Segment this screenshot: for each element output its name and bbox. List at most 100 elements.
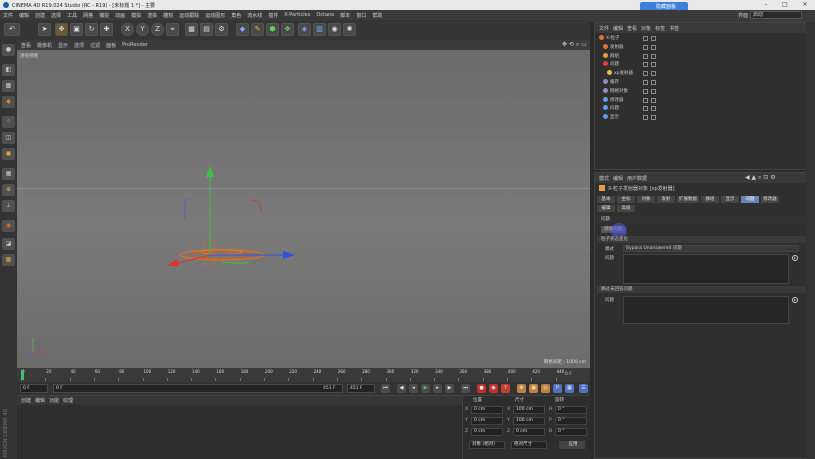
enable-toggle[interactable] bbox=[651, 88, 656, 94]
snap-button[interactable]: ⊕ bbox=[2, 184, 15, 196]
size-field[interactable]: 100 cm bbox=[513, 417, 545, 425]
enable-toggle[interactable] bbox=[651, 44, 656, 50]
menu-item[interactable]: 文件 bbox=[3, 12, 13, 19]
object-menu-item[interactable]: 查看 bbox=[627, 25, 637, 32]
enable-toggle[interactable] bbox=[651, 53, 656, 59]
object-row[interactable]: 问题 bbox=[599, 61, 813, 69]
workplane-button[interactable]: ◆ bbox=[2, 96, 15, 108]
next-key-button[interactable]: ▶ bbox=[445, 384, 454, 393]
model-mode-button[interactable]: ● bbox=[2, 44, 15, 56]
position-field[interactable]: 0 cm bbox=[471, 428, 503, 436]
visibility-toggle[interactable] bbox=[643, 36, 648, 41]
object-row[interactable]: 缓存 bbox=[599, 79, 813, 87]
timeline[interactable]: 0204060801001201401601802002202402602803… bbox=[17, 368, 590, 382]
attribute-tab[interactable]: 基本 bbox=[597, 196, 615, 203]
object-row[interactable]: xp发射器 bbox=[599, 70, 813, 78]
menu-item[interactable]: 渲染 bbox=[147, 12, 157, 19]
timeline-ruler[interactable]: 0204060801001201401601802002202402602803… bbox=[21, 369, 576, 381]
object-row[interactable]: X-粒子 bbox=[599, 35, 813, 43]
layout-select[interactable]: 启动 bbox=[750, 11, 802, 19]
size-field[interactable]: 0 cm bbox=[513, 428, 545, 436]
viewport-menu-item[interactable]: 选项 bbox=[74, 42, 84, 49]
question-list-menu-icon[interactable]: ▸ bbox=[792, 255, 798, 261]
rotate-tool-button[interactable]: ↻ bbox=[85, 23, 98, 36]
skip-unanswered-section[interactable]: 跳过未回答问题 bbox=[597, 286, 811, 293]
minimize-button[interactable]: – bbox=[759, 0, 773, 10]
menu-item[interactable]: 角色 bbox=[231, 12, 241, 19]
lock-button[interactable]: ◪ bbox=[2, 238, 15, 250]
menu-item[interactable]: 编辑 bbox=[19, 12, 29, 19]
menu-item[interactable]: Octane bbox=[316, 12, 334, 18]
question-list[interactable] bbox=[623, 254, 789, 284]
render-button[interactable]: ▤ bbox=[200, 23, 213, 36]
menu-item[interactable]: 网格 bbox=[83, 12, 93, 19]
attribute-menu-item[interactable]: 编辑 bbox=[613, 175, 623, 182]
edges-mode-button[interactable]: ◫ bbox=[2, 132, 15, 144]
attribute-tab[interactable]: 坐标 bbox=[617, 196, 635, 203]
light-button[interactable]: ✺ bbox=[343, 23, 356, 36]
viewport-menu-item[interactable]: 过滤 bbox=[90, 42, 100, 49]
object-menu-item[interactable]: 书签 bbox=[669, 25, 679, 32]
object-menu-item[interactable]: 编辑 bbox=[613, 25, 623, 32]
object-row[interactable]: 修改器 bbox=[599, 96, 813, 105]
viewport[interactable]: 透视视图 网格间距 : 1000 cm bbox=[17, 50, 590, 368]
right-tab-strip[interactable] bbox=[806, 22, 815, 459]
menu-item[interactable]: 雕刻 bbox=[163, 12, 173, 19]
enable-toggle[interactable] bbox=[651, 115, 656, 121]
object-row[interactable]: 群组 bbox=[599, 52, 813, 61]
render-settings-button[interactable]: ⚙ bbox=[215, 23, 228, 36]
object-row[interactable]: 显示 bbox=[599, 114, 813, 122]
visibility-toggle[interactable] bbox=[643, 88, 648, 94]
enable-toggle[interactable] bbox=[651, 97, 656, 103]
play-button[interactable]: ▶ bbox=[421, 384, 430, 393]
position-field[interactable]: 0 cm bbox=[471, 406, 503, 414]
attribute-tab[interactable]: 编辑 bbox=[597, 205, 615, 212]
apply-button[interactable]: 应用 bbox=[559, 441, 585, 449]
cube-button[interactable]: ◆ bbox=[236, 23, 249, 36]
position-field[interactable]: 0 cm bbox=[471, 417, 503, 425]
object-manager[interactable]: 文件 编辑 查看 对象 标签 书签 X-粒子 发射器 群组 问题 xp发射器 缓存 网格对象 修改器 问题… bbox=[594, 22, 815, 170]
prev-frame-button[interactable]: ◂ bbox=[409, 384, 418, 393]
attribute-tab[interactable]: 对象 bbox=[637, 196, 655, 203]
scale-tool-button[interactable]: ▣ bbox=[70, 23, 83, 36]
menu-item[interactable]: 窗口 bbox=[356, 12, 366, 19]
visibility-toggle[interactable] bbox=[643, 53, 648, 59]
end-frame-field[interactable]: 451 F bbox=[347, 384, 375, 393]
viewport-menu-item[interactable]: ProRender bbox=[122, 42, 148, 48]
object-row[interactable]: 发射器 bbox=[599, 43, 813, 52]
menu-item[interactable]: 工具 bbox=[67, 12, 77, 19]
object-menu-item[interactable]: 标签 bbox=[655, 25, 665, 32]
state-change-section[interactable]: 粒子状态变化 bbox=[597, 236, 811, 243]
menu-item[interactable]: 选择 bbox=[51, 12, 61, 19]
coord-system-button[interactable]: ⌖ bbox=[166, 23, 179, 36]
material-menu-item[interactable]: 功能 bbox=[49, 397, 59, 404]
visibility-toggle[interactable] bbox=[643, 115, 648, 121]
viewport-nav-icons[interactable]: ✥ ⟲ ⌕ ▭ bbox=[562, 41, 587, 49]
menu-item[interactable]: 插件 bbox=[268, 12, 278, 19]
close-button[interactable]: ✕ bbox=[798, 0, 812, 10]
rotation-field[interactable]: 0 ° bbox=[555, 406, 587, 414]
menu-item[interactable]: 脚本 bbox=[340, 12, 350, 19]
material-menu-item[interactable]: 创建 bbox=[21, 397, 31, 404]
floor-button[interactable]: ▥ bbox=[313, 23, 326, 36]
question-list2-menu-icon[interactable]: ▸ bbox=[792, 297, 798, 303]
render-view-button[interactable]: ▦ bbox=[185, 23, 198, 36]
menu-item[interactable]: 捕捉 bbox=[99, 12, 109, 19]
move-tool-button[interactable]: ✥ bbox=[55, 23, 68, 36]
enable-toggle[interactable] bbox=[651, 36, 656, 41]
visibility-toggle[interactable] bbox=[643, 44, 648, 50]
object-menu-item[interactable]: 文件 bbox=[599, 25, 609, 32]
enable-toggle[interactable] bbox=[651, 106, 656, 112]
z-axis-button[interactable]: Z bbox=[151, 23, 164, 36]
attribute-tab[interactable]: 扩展数据 bbox=[677, 196, 699, 203]
visibility-toggle[interactable] bbox=[643, 106, 648, 112]
coord-mode-select[interactable]: 对象 (相对) bbox=[469, 441, 505, 449]
key-pos-button[interactable]: ✥ bbox=[517, 384, 526, 393]
viewport-menu-item[interactable]: 查看 bbox=[21, 42, 31, 49]
key-rot-button[interactable]: ◎ bbox=[541, 384, 550, 393]
size-mode-select[interactable]: 绝对尺寸 bbox=[511, 441, 547, 449]
enable-toggle[interactable] bbox=[651, 80, 656, 85]
select-tool-button[interactable]: ➤ bbox=[38, 23, 51, 36]
pen-button[interactable]: ✎ bbox=[251, 23, 264, 36]
object-row[interactable]: 问题 bbox=[599, 105, 813, 113]
